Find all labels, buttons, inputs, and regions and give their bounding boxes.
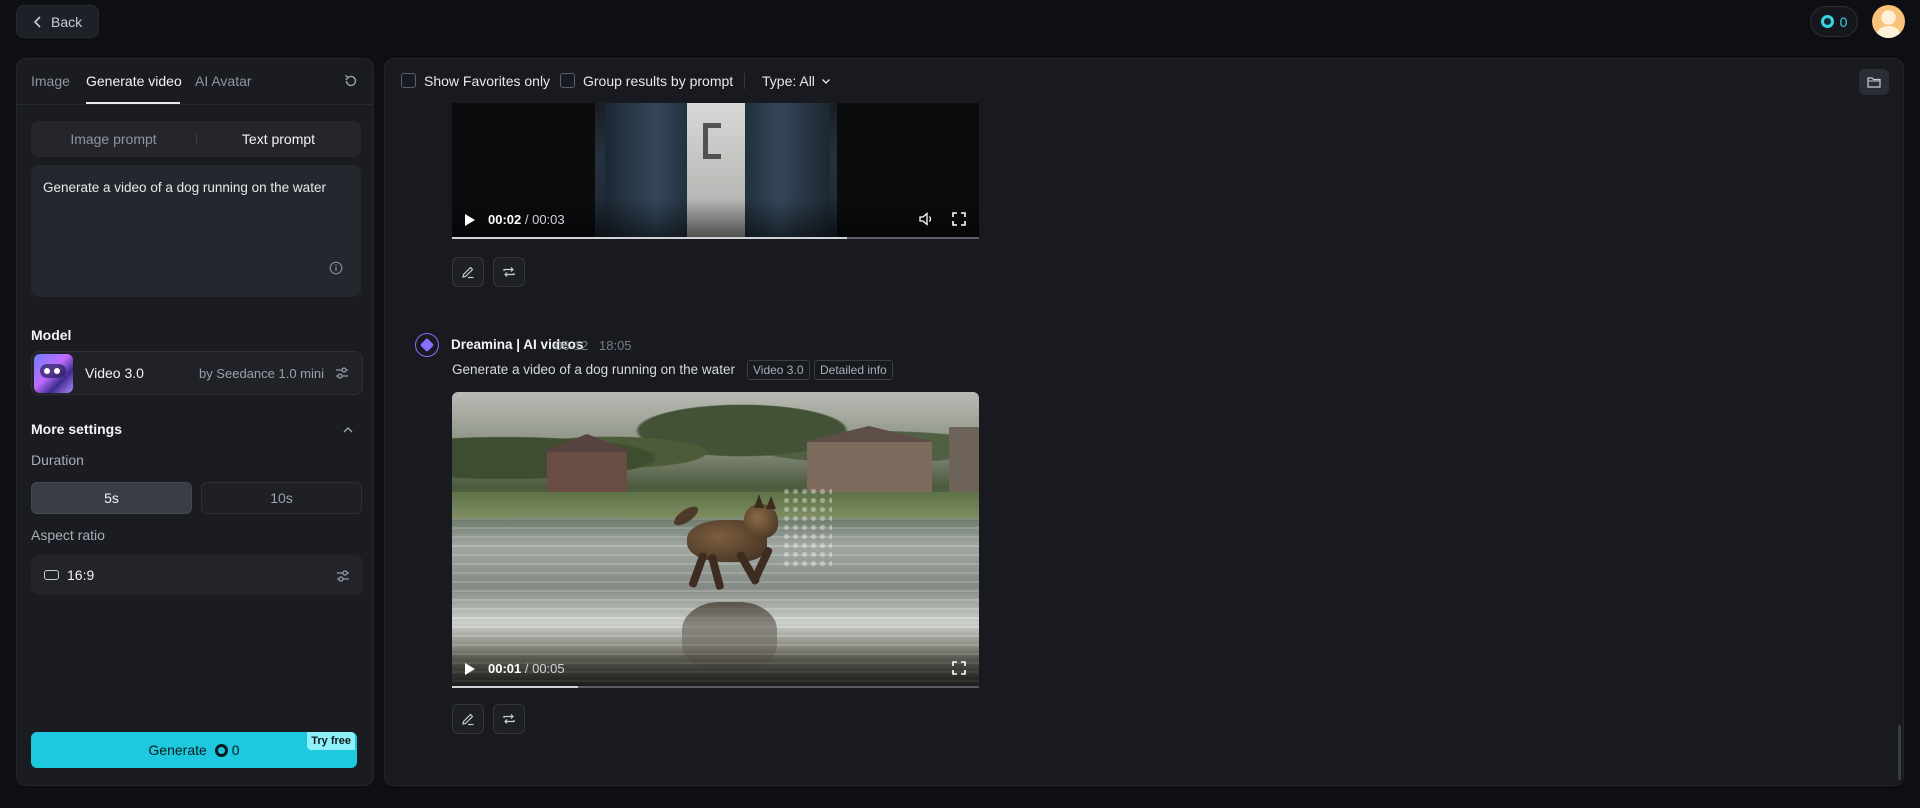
- duration-10s-button[interactable]: 10s: [201, 482, 362, 514]
- video-time: 00:02 / 00:03: [488, 212, 565, 227]
- volume-icon[interactable]: [918, 211, 934, 227]
- model-tag: Video 3.0: [747, 360, 810, 380]
- video-progress-fill: [452, 237, 848, 239]
- pencil-icon: [462, 266, 474, 279]
- aspect-ratio-label: Aspect ratio: [31, 527, 105, 543]
- more-settings-toggle[interactable]: More settings: [31, 421, 361, 441]
- play-icon[interactable]: [464, 213, 476, 227]
- image-prompt-option[interactable]: Image prompt: [31, 121, 196, 157]
- prompt-textarea[interactable]: Generate a video of a dog running on the…: [31, 165, 361, 297]
- current-time: 00:02: [488, 212, 522, 227]
- model-provider: by Seedance 1.0 mini: [198, 366, 324, 381]
- generation-prompt: Generate a video of a dog running on the…: [452, 362, 735, 377]
- folder-icon: [1867, 77, 1881, 88]
- sliders-icon[interactable]: [335, 568, 351, 584]
- credit-coin-icon: [1820, 15, 1834, 28]
- video-progress-bar[interactable]: [452, 237, 979, 239]
- more-settings-label: More settings: [31, 421, 123, 437]
- aspect-ratio-value: 16:9: [67, 567, 95, 583]
- folder-button[interactable]: [1859, 69, 1889, 95]
- back-button[interactable]: Back: [16, 5, 99, 38]
- mode-tabs: Image Generate video AI Avatar: [17, 59, 373, 105]
- chevron-left-icon: [33, 15, 41, 28]
- type-filter-label: Type: All: [762, 73, 815, 89]
- type-filter-dropdown[interactable]: Type: All: [762, 73, 831, 89]
- duration-5s-button[interactable]: 5s: [31, 482, 192, 514]
- play-icon[interactable]: [464, 662, 476, 676]
- toolbar-divider: [744, 73, 745, 89]
- group-by-prompt-label: Group results by prompt: [583, 73, 734, 89]
- video-controls: 00:02 / 00:03: [452, 199, 979, 239]
- tab-generate-video[interactable]: Generate video: [86, 73, 182, 89]
- model-section-title: Model: [31, 327, 72, 343]
- generate-button[interactable]: Generate 0 Try free: [31, 732, 357, 768]
- favorites-label: Show Favorites only: [424, 73, 551, 89]
- repeat-icon: [503, 267, 515, 277]
- try-free-badge: Try free: [307, 732, 355, 750]
- generation-settings-panel: Image Generate video AI Avatar Image pro…: [16, 58, 374, 786]
- tab-image[interactable]: Image: [31, 73, 70, 89]
- text-prompt-option[interactable]: Text prompt: [196, 121, 361, 157]
- results-scrollbar[interactable]: [1898, 725, 1901, 780]
- generate-cost: 0: [231, 742, 240, 758]
- toolbar-divider: [542, 73, 543, 89]
- dreamina-logo-icon: [415, 333, 439, 357]
- fullscreen-icon[interactable]: [952, 212, 966, 226]
- chevron-up-icon: [343, 427, 353, 433]
- aspect-ratio-icon: [44, 570, 59, 580]
- credits-balance[interactable]: 0: [1810, 6, 1858, 37]
- fullscreen-icon[interactable]: [952, 661, 966, 675]
- tab-ai-avatar[interactable]: AI Avatar: [195, 73, 252, 89]
- detailed-info-link[interactable]: Detailed info: [814, 360, 893, 380]
- credits-count: 0: [1839, 13, 1848, 30]
- total-duration: / 00:03: [524, 212, 565, 227]
- video-controls: 00:01 / 00:05: [452, 648, 979, 688]
- sliders-icon[interactable]: [334, 365, 350, 381]
- user-avatar[interactable]: [1872, 5, 1905, 38]
- generate-label: Generate: [148, 742, 207, 758]
- credit-coin-icon: [214, 743, 228, 757]
- current-time: 00:01: [488, 661, 522, 676]
- video-progress-fill: [452, 686, 579, 688]
- duration-label: Duration: [31, 452, 84, 468]
- video-player-2[interactable]: 00:01 / 00:05: [452, 392, 979, 688]
- info-icon[interactable]: [329, 261, 343, 275]
- video-time: 00:01 / 00:05: [488, 661, 565, 676]
- total-duration: / 00:05: [524, 661, 565, 676]
- pencil-icon: [462, 713, 474, 726]
- generation-date: 06-12: [555, 338, 589, 353]
- model-selector[interactable]: Video 3.0 by Seedance 1.0 mini: [31, 351, 363, 395]
- model-name: Video 3.0: [85, 365, 144, 381]
- reset-icon[interactable]: [343, 73, 359, 89]
- generation-header: Dreamina | AI videos 06-12 18:05: [415, 333, 1315, 357]
- chevron-down-icon: [821, 79, 830, 84]
- regenerate-button[interactable]: [493, 704, 525, 734]
- back-label: Back: [51, 13, 83, 30]
- results-toolbar: Show Favorites only Group results by pro…: [385, 59, 1903, 103]
- regenerate-button[interactable]: [493, 257, 525, 287]
- generation-time: 18:05: [599, 338, 632, 353]
- edit-button[interactable]: [452, 257, 484, 287]
- dog-image: [671, 494, 787, 595]
- repeat-icon: [503, 714, 515, 724]
- video-player-1[interactable]: 00:02 / 00:03: [452, 103, 979, 239]
- video-progress-bar[interactable]: [452, 686, 979, 688]
- aspect-ratio-selector[interactable]: 16:9: [31, 555, 363, 595]
- group-by-prompt-checkbox[interactable]: [560, 73, 575, 88]
- results-panel: Show Favorites only Group results by pro…: [384, 58, 1904, 786]
- active-tab-indicator: [86, 102, 180, 104]
- edit-button[interactable]: [452, 704, 484, 734]
- favorites-checkbox[interactable]: [401, 73, 416, 88]
- prompt-mode-toggle: Image prompt Text prompt: [31, 121, 361, 157]
- model-thumbnail: [34, 354, 73, 393]
- prompt-text: Generate a video of a dog running on the…: [43, 180, 326, 195]
